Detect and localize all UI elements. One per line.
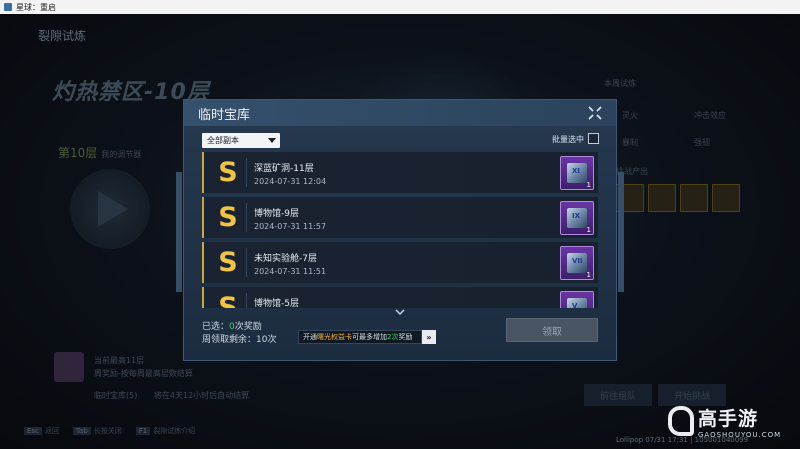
dialog-side-decor [176,172,182,292]
list-item[interactable]: S 博物馆-5层 V 1 [202,287,598,308]
scroll-down-icon[interactable] [395,308,405,316]
app-icon [4,3,12,11]
weekly-value: 10次 [256,335,277,345]
selected-count-line: 已选：0次奖励 [202,319,262,332]
claim-button[interactable]: 领取 [506,318,598,342]
temp-treasury-dialog: 临时宝库 全部副本 批量选中 S 深蓝矿洞-11层 2024-07-31 12:… [176,99,624,361]
list-item[interactable]: S 未知实验舱-7层 2024-07-31 11:51 VII 1 [202,242,598,283]
s-rank-badge: S [218,157,238,188]
weekly-remaining-line: 周领取剩余：10次 [202,332,276,345]
item-time: 2024-07-31 12:04 [254,177,327,186]
reward-tier: XI [572,167,581,175]
reward-tier: VII [572,257,583,265]
promo-prefix: 开通 [303,333,317,341]
s-rank-badge: S [218,247,238,278]
reward-cube-icon[interactable]: V 1 [560,291,594,308]
divider [246,203,247,232]
reward-tier: V [572,302,578,308]
batch-select-label: 批量选中 [552,135,584,144]
item-time: 2024-07-31 11:51 [254,267,327,276]
promo-middle: 可最多增加 [352,333,387,341]
promo-amount: 2次 [387,333,399,341]
brand-logo-icon [668,406,694,436]
close-button[interactable] [586,104,604,122]
divider [246,248,247,277]
item-name: 博物馆-9层 [254,209,299,219]
list-item[interactable]: S 博物馆-9层 2024-07-31 11:57 IX 1 [202,197,598,238]
selected-label: 已选： [202,322,230,332]
reward-qty: 1 [586,181,591,189]
chevron-down-icon [268,138,276,143]
watermark-brand: 高手游 [698,408,759,430]
item-name: 未知实验舱-7层 [254,254,317,264]
s-rank-badge: S [218,202,238,233]
promo-banner[interactable]: 开通 曙光权益卡 可最多增加 2次 奖励 [298,330,422,344]
item-name: 博物馆-5层 [254,299,299,308]
selected-suffix: 次奖励 [234,322,262,332]
dialog-side-decor [618,172,624,292]
window-title: 星球：重启 [16,2,56,12]
watermark-url: GAOSHOUYOU.COM [698,431,782,439]
s-rank-badge: S [218,292,238,308]
dialog-title: 临时宝库 [198,108,251,123]
batch-select-checkbox[interactable] [588,133,599,144]
promo-suffix: 奖励 [398,333,413,341]
reward-list[interactable]: S 深蓝矿洞-11层 2024-07-31 12:04 XI 1 S 博物馆-9… [202,152,600,308]
site-watermark: 高手游 GAOSHOUYOU.COM [668,404,798,448]
dungeon-filter-select[interactable]: 全部副本 [202,133,280,148]
reward-tier: IX [572,212,581,220]
dialog-header: 临时宝库 [184,100,616,126]
weekly-label: 周领取剩余： [202,335,257,345]
promo-arrow-icon[interactable]: » [422,330,436,344]
reward-cube-icon[interactable]: IX 1 [560,201,594,235]
reward-qty: 1 [586,226,591,234]
divider [246,158,247,187]
close-icon [588,106,602,120]
window-titlebar: 星球：重启 [0,0,800,14]
reward-qty: 1 [586,271,591,279]
list-item[interactable]: S 深蓝矿洞-11层 2024-07-31 12:04 XI 1 [202,152,598,193]
reward-cube-icon[interactable]: VII 1 [560,246,594,280]
item-name: 深蓝矿洞-11层 [254,164,314,174]
reward-cube-icon[interactable]: XI 1 [560,156,594,190]
filter-value: 全部副本 [207,136,239,145]
promo-card: 曙光权益卡 [317,333,352,341]
item-time: 2024-07-31 11:57 [254,222,327,231]
divider [246,293,247,308]
